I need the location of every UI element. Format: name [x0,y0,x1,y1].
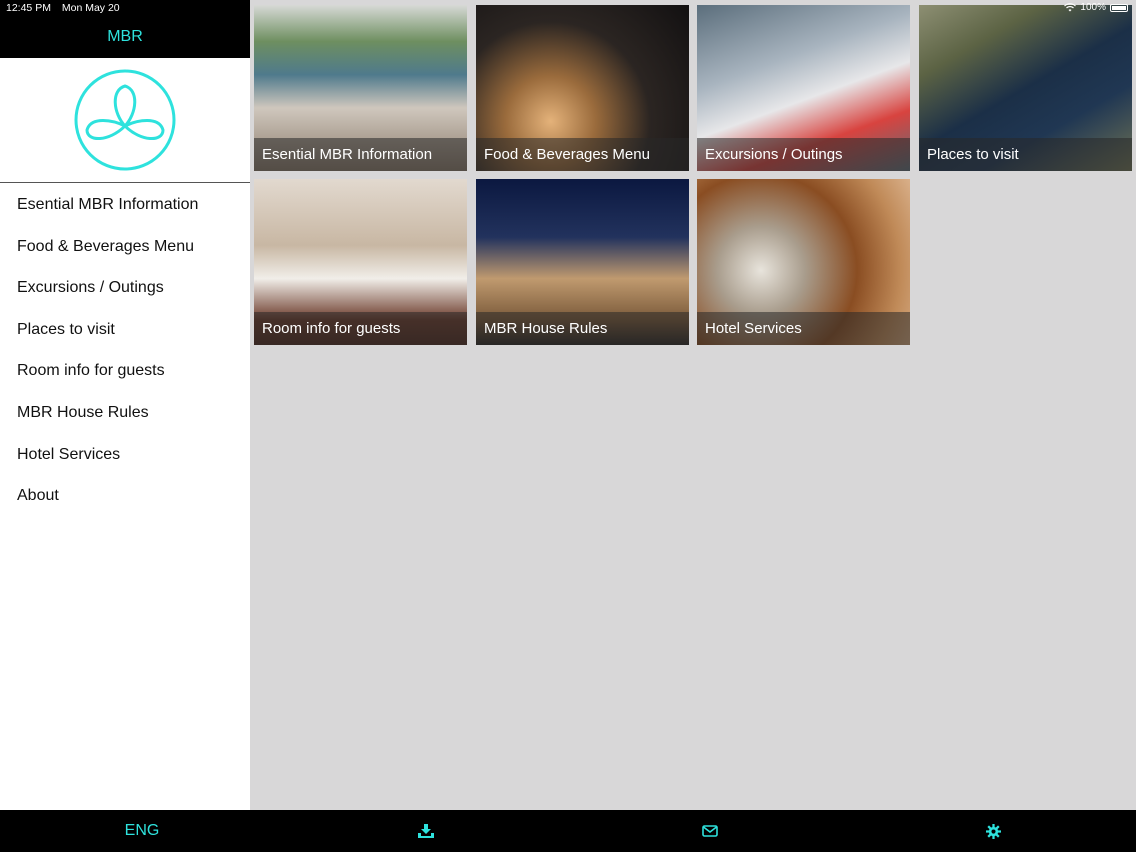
tile-caption: Room info for guests [254,312,467,345]
menu-item-excursions[interactable]: Excursions / Outings [0,267,250,309]
sidebar: 12:45 PM Mon May 20 MBR Esential MBR Inf… [0,0,250,810]
tile-excursions[interactable]: Excursions / Outings [697,5,910,171]
menu-item-hotel-services[interactable]: Hotel Services [0,434,250,476]
tile-hotel-services[interactable]: Hotel Services [697,179,910,345]
tile-essential-info[interactable]: Esential MBR Information [254,5,467,171]
tile-caption: Hotel Services [697,312,910,345]
download-icon [418,824,434,838]
mail-button[interactable] [695,810,725,852]
app-title: MBR [107,28,143,45]
battery-icon [1110,3,1128,12]
menu-item-essential-info[interactable]: Esential MBR Information [0,184,250,226]
wifi-icon [1064,3,1077,12]
download-button[interactable] [411,810,441,852]
tile-caption: MBR House Rules [476,312,689,345]
mail-icon [702,825,718,837]
mbr-logo-icon [74,69,176,171]
tile-caption: Excursions / Outings [697,138,910,171]
gear-icon [985,823,1001,839]
language-button[interactable]: ENG [112,810,172,852]
menu-item-house-rules[interactable]: MBR House Rules [0,392,250,434]
tile-caption: Places to visit [919,138,1132,171]
menu-item-room-info[interactable]: Room info for guests [0,350,250,392]
tile-room-info[interactable]: Room info for guests [254,179,467,345]
logo [0,58,250,183]
side-menu: Esential MBR Information Food & Beverage… [0,183,250,517]
status-indicators: 100% [1064,2,1128,13]
status-time-date: 12:45 PM Mon May 20 [6,2,128,14]
settings-button[interactable] [978,810,1008,852]
menu-item-about[interactable]: About [0,475,250,517]
menu-item-places[interactable]: Places to visit [0,309,250,351]
tile-places[interactable]: Places to visit [919,5,1132,171]
sidebar-header: 12:45 PM Mon May 20 MBR [0,0,250,58]
battery-percent: 100% [1080,2,1106,13]
bottom-bar: ENG [0,810,1136,852]
tile-house-rules[interactable]: MBR House Rules [476,179,689,345]
menu-item-food-beverages[interactable]: Food & Beverages Menu [0,226,250,268]
status-time: 12:45 PM [6,2,51,14]
tile-caption: Esential MBR Information [254,138,467,171]
tile-caption: Food & Beverages Menu [476,138,689,171]
tile-food-beverages[interactable]: Food & Beverages Menu [476,5,689,171]
status-date: Mon May 20 [61,2,120,14]
